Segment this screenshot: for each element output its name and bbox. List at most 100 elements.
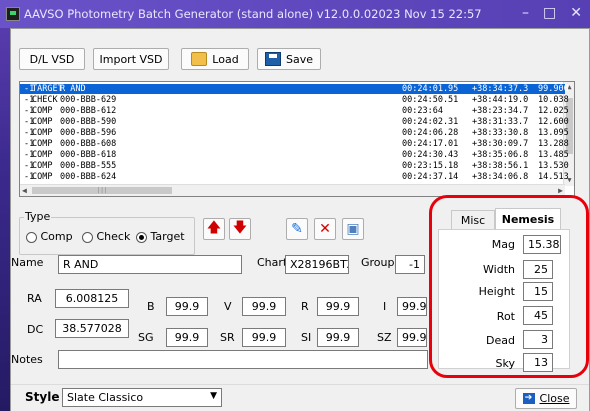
list-cell: 000-BBB-590	[60, 117, 117, 127]
type-legend: Type	[24, 210, 52, 223]
dl-vsd-button[interactable]: D/L VSD	[19, 48, 85, 70]
list-cell: COMP	[32, 106, 53, 116]
type-target-option[interactable]: Target	[136, 230, 185, 243]
style-dropdown[interactable]: Slate Classico ▼	[62, 388, 222, 407]
list-cell: COMP	[32, 117, 53, 127]
list-cell: +38:30:09.7	[472, 139, 529, 149]
star-list[interactable]: ▲ ▼ ◀ ||| ▶ -1 TARGET R AND 00:24:01.95 +38:…	[19, 81, 575, 197]
ra-label: RA	[27, 292, 42, 305]
list-cell: 00:24:02.31	[402, 117, 459, 127]
list-row[interactable]: -1 CHECK 000-BBB-629 00:24:50.51 +38:44:19.0…	[20, 95, 569, 105]
list-row[interactable]: -1 COMP 000-BBB-596 00:24:06.28 +38:33:30.8 1…	[20, 128, 569, 138]
move-down-button[interactable]: 🡇	[229, 218, 251, 240]
list-cell: 000-BBB-629	[60, 95, 117, 105]
edit-button[interactable]: ✎	[286, 218, 308, 240]
notes-label: Notes	[11, 353, 43, 366]
comp-label: Comp	[40, 230, 73, 243]
sz-field[interactable]: 99.9	[397, 328, 427, 347]
sg-field[interactable]: 99.9	[166, 328, 208, 347]
list-cell: CHECK	[32, 95, 58, 105]
list-row[interactable]: -1 COMP 000-BBB-624 00:24:37.14 +38:34:06.8 1…	[20, 172, 569, 182]
scroll-right-arrow-icon[interactable]: ▶	[558, 186, 563, 195]
load-button[interactable]: Load	[181, 48, 249, 70]
close-window-button[interactable]: ✕	[570, 5, 582, 21]
save-button[interactable]: Save	[257, 48, 321, 70]
list-cell: COMP	[32, 150, 53, 160]
main-window: D/L VSD Import VSD Load Save ▲ ▼ ◀ ||| ▶…	[10, 28, 590, 411]
close-button[interactable]: ➔ Close	[515, 388, 577, 409]
name-field[interactable]: R AND	[58, 255, 242, 274]
list-row[interactable]: -1 COMP 000-BBB-618 00:24:30.43 +38:35:06.8 1…	[20, 150, 569, 160]
list-row[interactable]: -1 COMP 000-BBB-590 00:24:02.31 +38:31:33.7 1…	[20, 117, 569, 127]
comp-radio[interactable]	[26, 231, 37, 243]
ra-field[interactable]: 6.008125	[55, 289, 129, 308]
list-cell: 000-BBB-612	[60, 106, 117, 116]
chart-field[interactable]: X28196BTZ	[285, 255, 349, 274]
list-row[interactable]: -1 COMP 000-BBB-612 00:23:64 +38:23:34.7 12.0…	[20, 106, 569, 116]
list-cell: COMP	[32, 128, 53, 138]
window-controls: – □ ✕	[522, 5, 582, 21]
list-cell: 13.095	[538, 128, 569, 138]
b-field[interactable]: 99.9	[166, 297, 208, 316]
dl-vsd-label: D/L VSD	[29, 52, 75, 66]
window-title: AAVSO Photometry Batch Generator (stand …	[24, 7, 482, 21]
horizontal-scroll-thumb[interactable]: |||	[32, 187, 172, 194]
check-radio[interactable]	[82, 231, 93, 243]
floppy-disk-icon	[264, 52, 281, 66]
list-cell: 00:24:50.51	[402, 95, 459, 105]
v-field[interactable]: 99.9	[242, 297, 286, 316]
type-comp-option[interactable]: Comp	[26, 230, 73, 243]
footer-bar: Style Slate Classico ▼ ➔ Close	[11, 384, 589, 411]
clipboard-icon: ▣	[346, 221, 360, 237]
close-label: Close	[539, 392, 570, 405]
type-check-option[interactable]: Check	[82, 230, 130, 243]
group-label: Group	[361, 256, 395, 269]
list-cell: +38:34:06.8	[472, 172, 529, 182]
list-cell: +38:38:56.1	[472, 161, 529, 171]
sr-field[interactable]: 99.9	[242, 328, 286, 347]
maximize-button[interactable]: □	[543, 5, 556, 21]
list-cell: +38:33:30.8	[472, 128, 529, 138]
list-row[interactable]: -1 TARGET R AND 00:24:01.95 +38:34:37.3 99.90…	[20, 84, 569, 94]
scroll-left-arrow-icon[interactable]: ◀	[22, 186, 27, 195]
list-cell: +38:34:37.3	[472, 84, 529, 94]
si-field[interactable]: 99.9	[317, 328, 359, 347]
list-cell: 13.288	[538, 139, 569, 149]
i-label: I	[383, 300, 387, 313]
notes-field[interactable]	[58, 350, 428, 369]
list-cell: 00:24:17.01	[402, 139, 459, 149]
i-field[interactable]: 99.9	[397, 297, 427, 316]
clipboard-button[interactable]: ▣	[342, 218, 364, 240]
title-bar: AAVSO Photometry Batch Generator (stand …	[0, 0, 590, 28]
delete-button[interactable]: ✕	[314, 218, 336, 240]
list-cell: +38:35:06.8	[472, 150, 529, 160]
si-label: SI	[301, 331, 312, 344]
delete-x-icon: ✕	[319, 221, 331, 237]
minimize-button[interactable]: –	[522, 5, 529, 21]
move-up-button[interactable]: 🡅	[203, 218, 225, 240]
app-icon	[6, 7, 20, 21]
sz-label: SZ	[377, 331, 392, 344]
list-cell: 12.600	[538, 117, 569, 127]
target-radio[interactable]	[136, 231, 147, 243]
target-label: Target	[150, 230, 185, 243]
arrow-up-icon: 🡅	[206, 220, 222, 236]
group-field[interactable]: -1	[395, 255, 425, 274]
list-row[interactable]: -1 COMP 000-BBB-555 00:23:15.18 +38:38:56.1 1…	[20, 161, 569, 171]
list-cell: 00:24:37.14	[402, 172, 459, 182]
chart-label: Chart	[257, 256, 288, 269]
dc-field[interactable]: 38.577028	[55, 319, 129, 338]
check-label: Check	[96, 230, 131, 243]
sr-label: SR	[220, 331, 235, 344]
style-value: Slate Classico	[67, 391, 144, 404]
r-field[interactable]: 99.9	[317, 297, 359, 316]
sg-label: SG	[138, 331, 154, 344]
exit-arrow-icon: ➔	[522, 393, 535, 404]
list-cell: +38:23:34.7	[472, 106, 529, 116]
list-cell: +38:44:19.0	[472, 95, 529, 105]
import-vsd-label: Import VSD	[99, 52, 163, 66]
list-cell: COMP	[32, 139, 53, 149]
import-vsd-button[interactable]: Import VSD	[93, 48, 169, 70]
list-cell: 00:24:06.28	[402, 128, 459, 138]
list-row[interactable]: -1 COMP 000-BBB-608 00:24:17.01 +38:30:09.7 1…	[20, 139, 569, 149]
